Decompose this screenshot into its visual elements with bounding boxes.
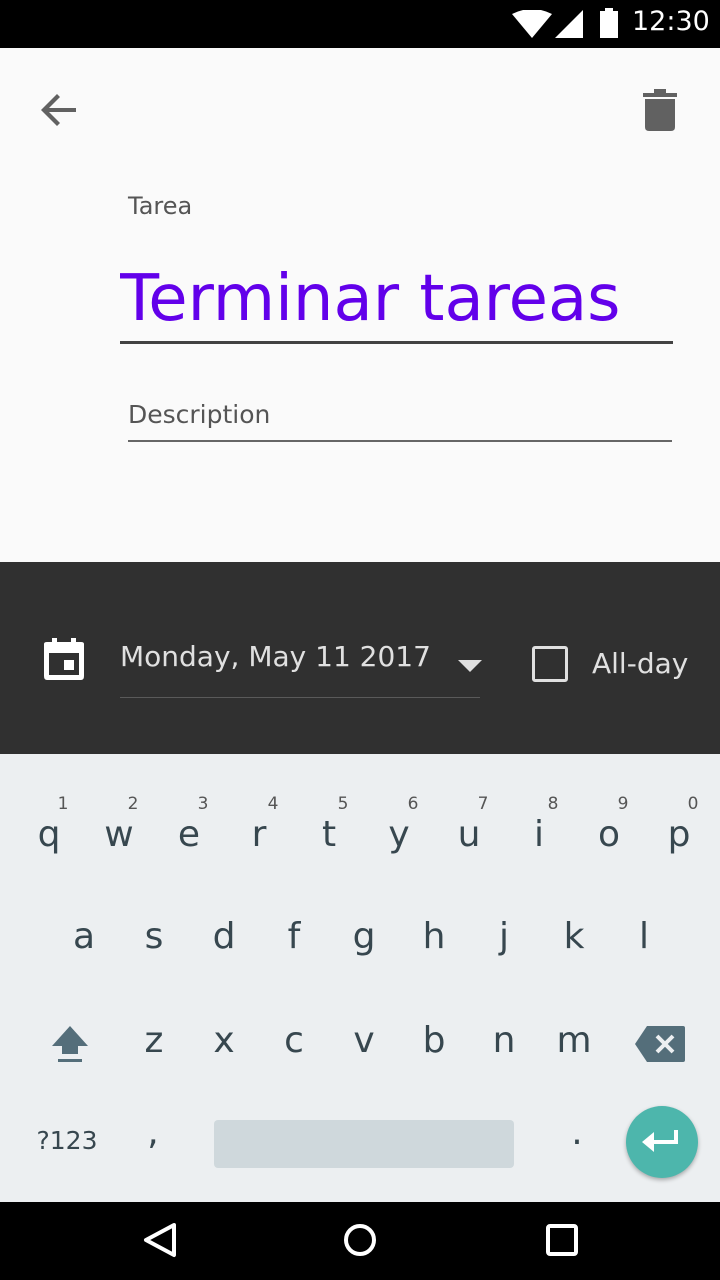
key-v[interactable]: v bbox=[329, 754, 399, 1061]
navigation-bar bbox=[0, 1202, 720, 1280]
nav-home-icon bbox=[344, 1224, 376, 1256]
period-key[interactable]: . bbox=[552, 1112, 602, 1172]
shift-icon bbox=[52, 1026, 88, 1062]
battery-icon bbox=[600, 8, 618, 38]
nav-back-button[interactable] bbox=[130, 1210, 190, 1270]
trash-icon bbox=[643, 89, 677, 131]
signal-icon bbox=[555, 10, 583, 38]
key-b[interactable]: b bbox=[399, 754, 469, 1061]
allday-label: All-day bbox=[592, 647, 689, 680]
date-dropdown[interactable]: Monday, May 11 2017 bbox=[120, 630, 482, 698]
date-value: Monday, May 11 2017 bbox=[120, 640, 431, 673]
key-n[interactable]: n bbox=[469, 754, 539, 1061]
backspace-key[interactable] bbox=[630, 1014, 690, 1074]
nav-back-icon bbox=[144, 1223, 176, 1257]
nav-recent-icon bbox=[546, 1224, 578, 1256]
calendar-icon[interactable] bbox=[44, 638, 84, 680]
status-bar: 12:30 bbox=[0, 0, 720, 48]
key-l[interactable]: l bbox=[609, 754, 679, 957]
arrow-back-icon bbox=[41, 94, 76, 126]
nav-recent-apps-button[interactable] bbox=[532, 1210, 592, 1270]
wifi-icon bbox=[512, 10, 552, 38]
key-c[interactable]: c bbox=[259, 754, 329, 1061]
key-m[interactable]: m bbox=[539, 754, 609, 1061]
title-input[interactable] bbox=[120, 256, 673, 344]
delete-button[interactable] bbox=[630, 80, 690, 140]
enter-icon bbox=[642, 1130, 678, 1152]
title-label: Tarea bbox=[128, 192, 193, 220]
backspace-icon bbox=[635, 1026, 685, 1062]
dropdown-arrow-icon bbox=[458, 660, 482, 672]
symbols-key[interactable]: ?123 bbox=[22, 1126, 112, 1176]
shift-key[interactable] bbox=[40, 1004, 100, 1084]
date-section: Monday, May 11 2017 All-day bbox=[0, 562, 720, 754]
key-z[interactable]: z bbox=[119, 754, 189, 1061]
allday-checkbox[interactable] bbox=[532, 646, 568, 682]
enter-key[interactable] bbox=[626, 1106, 698, 1178]
nav-home-button[interactable] bbox=[330, 1210, 390, 1270]
key-x[interactable]: x bbox=[189, 754, 259, 1061]
key-a[interactable]: a bbox=[49, 754, 119, 957]
status-time: 12:30 bbox=[632, 6, 710, 37]
back-button[interactable] bbox=[30, 80, 90, 140]
space-key[interactable] bbox=[214, 1120, 514, 1168]
comma-key[interactable]: , bbox=[128, 1112, 178, 1172]
description-input[interactable] bbox=[128, 388, 672, 442]
soft-keyboard: 1q 2w 3e 4r 5t 6y 7u 8i 9o 0p a s d f g … bbox=[0, 754, 720, 1202]
